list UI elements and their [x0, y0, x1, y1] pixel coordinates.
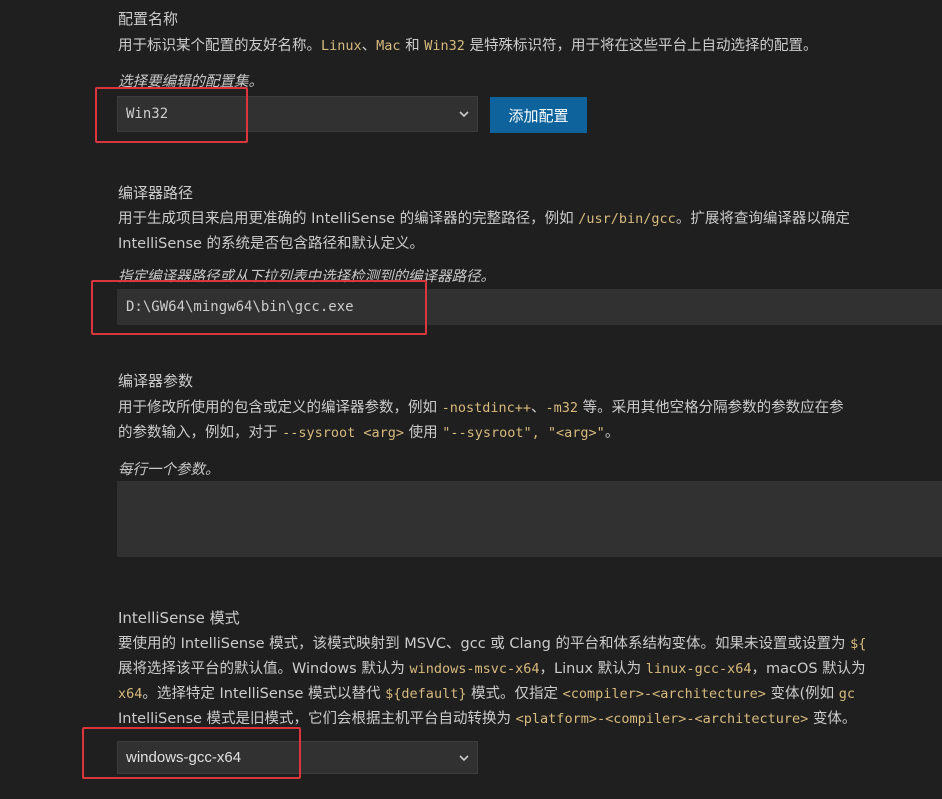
desc-text: 要使用的 IntelliSense 模式，该模式映射到 MSVC、gcc 或 C… — [118, 636, 851, 652]
code-x64: x64 — [118, 686, 143, 702]
desc-text: 。 — [604, 425, 620, 441]
code-linux-gcc: linux-gcc-x64 — [645, 661, 752, 677]
intellisense-mode-select[interactable]: windows-gcc-x64 — [117, 741, 478, 774]
desc-text: 和 — [400, 38, 425, 54]
compiler-args-description-line1: 用于修改所使用的包含或定义的编译器参数，例如 -nostdinc++、-m32 … — [118, 396, 844, 420]
desc-text: ，Linux 默认为 — [539, 661, 646, 677]
code-sysroot: --sysroot <arg> — [282, 425, 405, 441]
add-configuration-button[interactable]: 添加配置 — [490, 97, 587, 133]
desc-text: 、 — [531, 400, 546, 416]
code-nostdinc: -nostdinc++ — [441, 400, 532, 416]
compiler-args-hint: 每行一个参数。 — [118, 462, 220, 478]
intellisense-mode-description-line4: IntelliSense 模式是旧模式，它们会根据主机平台自动转换为 <plat… — [118, 707, 856, 731]
desc-text: 用于生成项目来启用更准确的 IntelliSense 的编译器的完整路径，例如 — [118, 211, 579, 227]
compiler-path-heading: 编译器路径 — [118, 184, 194, 202]
code-sysroot-args: "--sysroot", "<arg>" — [442, 425, 605, 441]
code-platform-compiler-arch: <platform>-<compiler>-<architecture> — [515, 711, 809, 727]
code-linux: Linux — [321, 38, 362, 54]
intellisense-mode-description-line2: 展将选择该平台的默认值。Windows 默认为 windows-msvc-x64… — [118, 657, 866, 681]
desc-text: 变体。 — [808, 711, 857, 727]
desc-text: 。扩展将查询编译器以确定 — [675, 211, 850, 227]
intellisense-mode-heading: IntelliSense 模式 — [118, 609, 240, 627]
config-select-value: Win32 — [126, 106, 169, 122]
compiler-args-description-line2: 的参数输入，例如，对于 --sysroot <arg> 使用 "--sysroo… — [118, 421, 619, 445]
code-compiler-arch: <compiler>-<architecture> — [562, 686, 766, 702]
compiler-path-hint: 指定编译器路径或从下拉列表中选择检测到的编译器路径。 — [118, 269, 495, 285]
intellisense-mode-select-value: windows-gcc-x64 — [126, 749, 242, 766]
config-name-heading: 配置名称 — [118, 10, 179, 28]
chevron-down-icon — [459, 754, 469, 761]
desc-text: ，macOS 默认为 — [751, 661, 866, 677]
desc-text: 、 — [361, 38, 377, 54]
desc-text: 。选择特定 IntelliSense 模式以替代 — [142, 686, 386, 702]
config-name-description: 用于标识某个配置的友好名称。Linux、Mac 和 Win32 是特殊标识符，用… — [118, 34, 818, 58]
config-select[interactable]: Win32 — [117, 96, 478, 132]
desc-text: 使用 — [404, 425, 443, 441]
intellisense-mode-description-line1: 要使用的 IntelliSense 模式，该模式映射到 MSVC、gcc 或 C… — [118, 632, 866, 656]
code-gc: gc — [838, 686, 856, 702]
code-win32: Win32 — [424, 38, 465, 54]
compiler-path-description-line2: IntelliSense 的系统是否包含路径和默认定义。 — [118, 236, 425, 252]
desc-text: 模式。仅指定 — [466, 686, 563, 702]
code-m32: -m32 — [545, 400, 579, 416]
code-default: ${ — [850, 636, 867, 652]
compiler-args-heading: 编译器参数 — [118, 372, 194, 390]
config-name-hint: 选择要编辑的配置集。 — [118, 74, 263, 90]
compiler-args-textarea[interactable] — [117, 481, 942, 557]
desc-text: 用于标识某个配置的友好名称。 — [118, 38, 321, 54]
code-gcc-path: /usr/bin/gcc — [578, 211, 676, 227]
desc-text: 等。采用其他空格分隔参数的参数应在参 — [578, 400, 844, 416]
desc-text: IntelliSense 模式是旧模式，它们会根据主机平台自动转换为 — [118, 711, 516, 727]
desc-text: 展将选择该平台的默认值。Windows 默认为 — [118, 661, 410, 677]
compiler-path-description-line1: 用于生成项目来启用更准确的 IntelliSense 的编译器的完整路径，例如 … — [118, 207, 850, 231]
desc-text: 是特殊标识符，用于将在这些平台上自动选择的配置。 — [464, 38, 818, 54]
chevron-down-icon — [459, 111, 469, 118]
intellisense-mode-description-line3: x64。选择特定 IntelliSense 模式以替代 ${default} 模… — [118, 682, 855, 706]
desc-text: 变体(例如 — [765, 686, 839, 702]
desc-text: 的参数输入，例如，对于 — [118, 425, 283, 441]
code-mac: Mac — [376, 38, 401, 54]
desc-text: 用于修改所使用的包含或定义的编译器参数，例如 — [118, 400, 442, 416]
code-windows-msvc: windows-msvc-x64 — [409, 661, 540, 677]
compiler-path-input[interactable]: D:\GW64\mingw64\bin\gcc.exe — [117, 289, 942, 325]
code-default-mode: ${default} — [385, 686, 467, 702]
